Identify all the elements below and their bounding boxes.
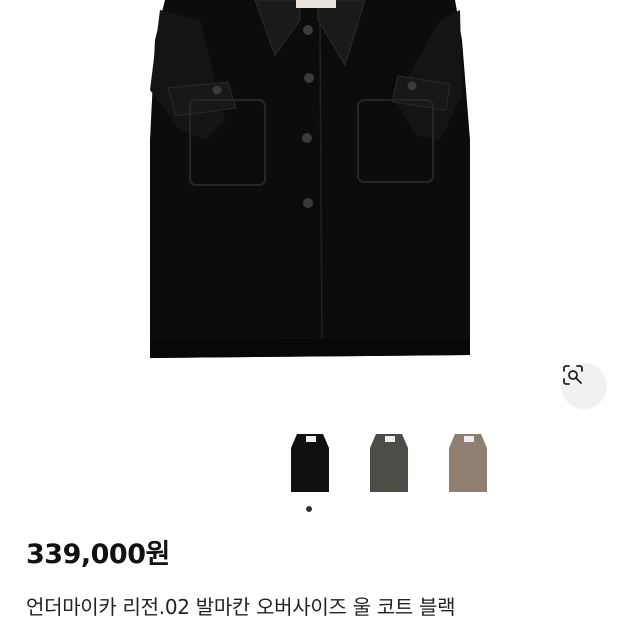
thumbnail-black[interactable] — [285, 428, 335, 498]
thumbnail-strip — [0, 428, 620, 498]
active-thumbnail-indicator — [306, 506, 312, 512]
product-title: 언더마이카 리전.02 발마칸 오버사이즈 울 코트 블랙 — [26, 595, 456, 619]
product-main-image[interactable] — [0, 0, 620, 420]
product-price: 339,000원 — [26, 539, 170, 570]
lens-search-icon — [563, 365, 583, 385]
coat-photo — [150, 0, 470, 358]
thumbnail-brown[interactable] — [443, 428, 493, 498]
thumbnail-khaki[interactable] — [364, 428, 414, 498]
visual-search-button[interactable] — [561, 363, 607, 409]
